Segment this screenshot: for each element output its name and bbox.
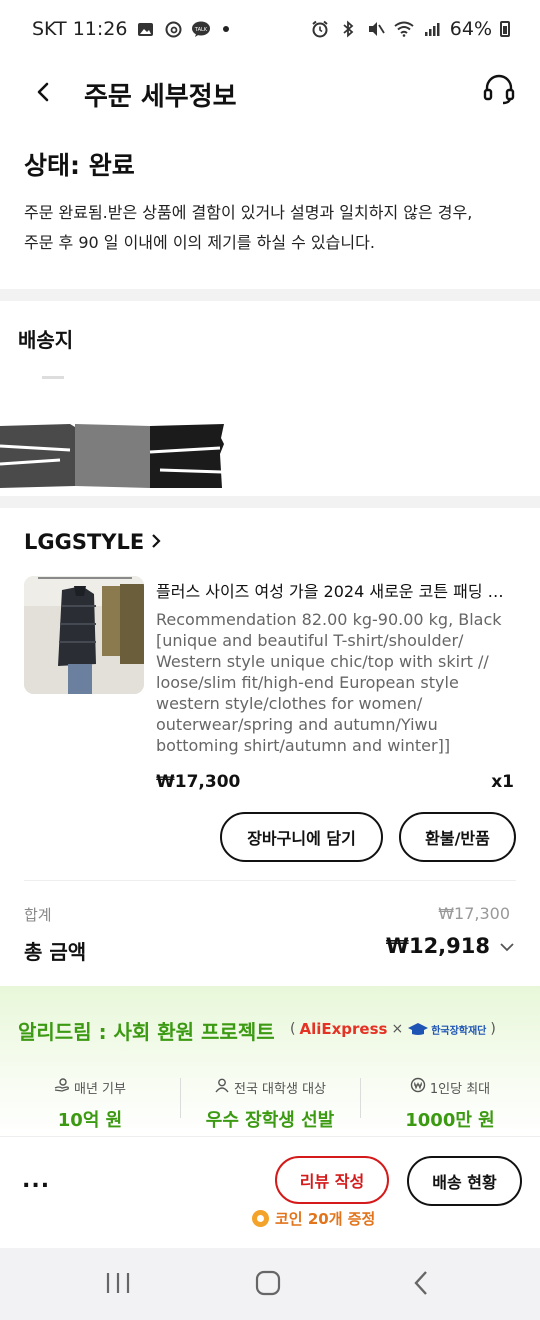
coin-icon bbox=[252, 1210, 269, 1227]
coin-reward-text: 코인 20개 증정 bbox=[275, 1210, 376, 1228]
stat-label: 매년 기부 bbox=[74, 1081, 126, 1097]
battery-icon bbox=[500, 21, 510, 37]
banner-title: 알리드림 : 사회 환원 프로젝트 bbox=[18, 1020, 275, 1044]
person-icon bbox=[214, 1078, 230, 1097]
banner-stat: 1인당 최대 1000만 원 bbox=[360, 1076, 540, 1132]
mute-icon bbox=[366, 19, 386, 39]
add-to-cart-button[interactable]: 장바구니에 담기 bbox=[220, 812, 383, 862]
page-title: 주문 세부정보 bbox=[84, 82, 237, 112]
product-variant: Recommendation 82.00 kg-90.00 kg, Black … bbox=[156, 609, 520, 756]
threads-icon bbox=[163, 19, 183, 39]
status-bar: SKT 11:26 TALK 64% bbox=[0, 0, 540, 58]
kakaotalk-icon: TALK bbox=[191, 19, 211, 39]
variant-line: bottoming shirt/autumn and winter]] bbox=[156, 736, 451, 755]
subtotal-value: ₩17,300 bbox=[438, 904, 510, 923]
alarm-icon bbox=[310, 19, 330, 39]
banner-partners: ( AliExpress × 한국장학재단 ) bbox=[290, 1020, 496, 1038]
svg-text:TALK: TALK bbox=[194, 27, 208, 33]
product-price: ₩17,300 bbox=[156, 772, 241, 792]
section-divider bbox=[0, 496, 540, 508]
notification-dot-icon bbox=[223, 26, 230, 32]
banner-stat: 매년 기부 10억 원 bbox=[0, 1076, 180, 1132]
won-coin-icon bbox=[410, 1077, 426, 1097]
paren-close: ) bbox=[490, 1021, 496, 1037]
product-thumbnail[interactable] bbox=[24, 576, 144, 694]
banner-stats: 매년 기부 10억 원 전국 대학생 대상 우수 장학생 선발 1인당 최대 1… bbox=[0, 1076, 540, 1132]
variant-line: [unique and beautiful T-shirt/shoulder/ bbox=[156, 631, 464, 650]
app-header: 주문 세부정보 bbox=[0, 62, 540, 122]
product-quantity: x1 bbox=[491, 772, 514, 792]
divider bbox=[24, 880, 516, 881]
address-title: 배송지 bbox=[18, 328, 74, 352]
write-review-button[interactable]: 리뷰 작성 bbox=[275, 1156, 389, 1204]
store-name: LGGSTYLE bbox=[24, 530, 145, 554]
back-arrow-icon[interactable] bbox=[30, 76, 58, 108]
stat-value: 10억 원 bbox=[57, 1110, 123, 1131]
paren-open: ( bbox=[290, 1021, 296, 1037]
variant-line: outerwear/spring and autumn/Yiwu bbox=[156, 715, 438, 734]
recent-apps-icon[interactable] bbox=[104, 1270, 132, 1300]
wifi-icon bbox=[394, 19, 414, 39]
signal-icon bbox=[422, 19, 442, 39]
nav-back-icon[interactable] bbox=[408, 1270, 436, 1300]
subtotal-label: 합계 bbox=[24, 906, 52, 924]
chevron-down-icon[interactable] bbox=[498, 938, 516, 956]
section-divider bbox=[0, 289, 540, 301]
kosaf-logo-text: 한국장학재단 bbox=[431, 1025, 487, 1037]
more-options-button[interactable]: ... bbox=[22, 1168, 50, 1193]
kosaf-logo: 한국장학재단 bbox=[407, 1022, 486, 1037]
product-name[interactable]: 플러스 사이즈 여성 가을 2024 새로운 코튼 패딩 조끼 bbox=[156, 578, 516, 602]
carrier-time: SKT 11:26 bbox=[32, 18, 128, 40]
variant-line: loose/slim fit/high-end European style bbox=[156, 673, 459, 692]
bluetooth-icon bbox=[338, 19, 358, 39]
variant-line: Western style unique chic/top with skirt… bbox=[156, 652, 489, 671]
system-nav-bar bbox=[0, 1248, 540, 1320]
gallery-icon bbox=[135, 19, 155, 39]
redacted-address-mark bbox=[42, 376, 64, 379]
aliexpress-logo: AliExpress bbox=[299, 1020, 388, 1038]
shipping-status-button[interactable]: 배송 현황 bbox=[407, 1156, 522, 1206]
order-status-description: 주문 완료됨.받은 상품에 결함이 있거나 설명과 일치하지 않은 경우, 주문… bbox=[24, 198, 520, 258]
battery-percent: 64% bbox=[449, 18, 492, 40]
refund-return-button[interactable]: 환불/반품 bbox=[399, 812, 516, 862]
stat-label: 전국 대학생 대상 bbox=[234, 1081, 326, 1097]
coin-reward-note: 코인 20개 증정 bbox=[252, 1208, 375, 1229]
redacted-address-block bbox=[0, 424, 224, 488]
stat-value: 우수 장학생 선발 bbox=[205, 1110, 335, 1131]
customer-service-icon[interactable] bbox=[482, 72, 516, 106]
description-line: 주문 후 90 일 이내에 이의 제기를 하실 수 있습니다. bbox=[24, 233, 375, 252]
stat-label: 1인당 최대 bbox=[429, 1081, 491, 1097]
variant-line: western style/clothes for women/ bbox=[156, 694, 423, 713]
banner-stat: 전국 대학생 대상 우수 장학생 선발 bbox=[180, 1076, 360, 1132]
order-status-section: 상태: 완료 주문 완료됨.받은 상품에 결함이 있거나 설명과 일치하지 않은… bbox=[24, 146, 520, 258]
stat-value: 1000만 원 bbox=[405, 1110, 495, 1131]
description-line: 주문 완료됨.받은 상품에 결함이 있거나 설명과 일치하지 않은 경우, bbox=[24, 203, 473, 222]
total-value: ₩12,918 bbox=[385, 934, 490, 958]
chevron-right-icon bbox=[150, 530, 162, 554]
donation-icon bbox=[54, 1078, 70, 1096]
variant-line: Recommendation 82.00 kg-90.00 kg, Black bbox=[156, 610, 502, 629]
times-sign: × bbox=[391, 1021, 404, 1037]
total-label: 총 금액 bbox=[24, 940, 87, 964]
home-icon[interactable] bbox=[254, 1270, 282, 1300]
order-status-title: 상태: 완료 bbox=[24, 151, 135, 180]
store-link[interactable]: LGGSTYLE bbox=[24, 530, 162, 554]
